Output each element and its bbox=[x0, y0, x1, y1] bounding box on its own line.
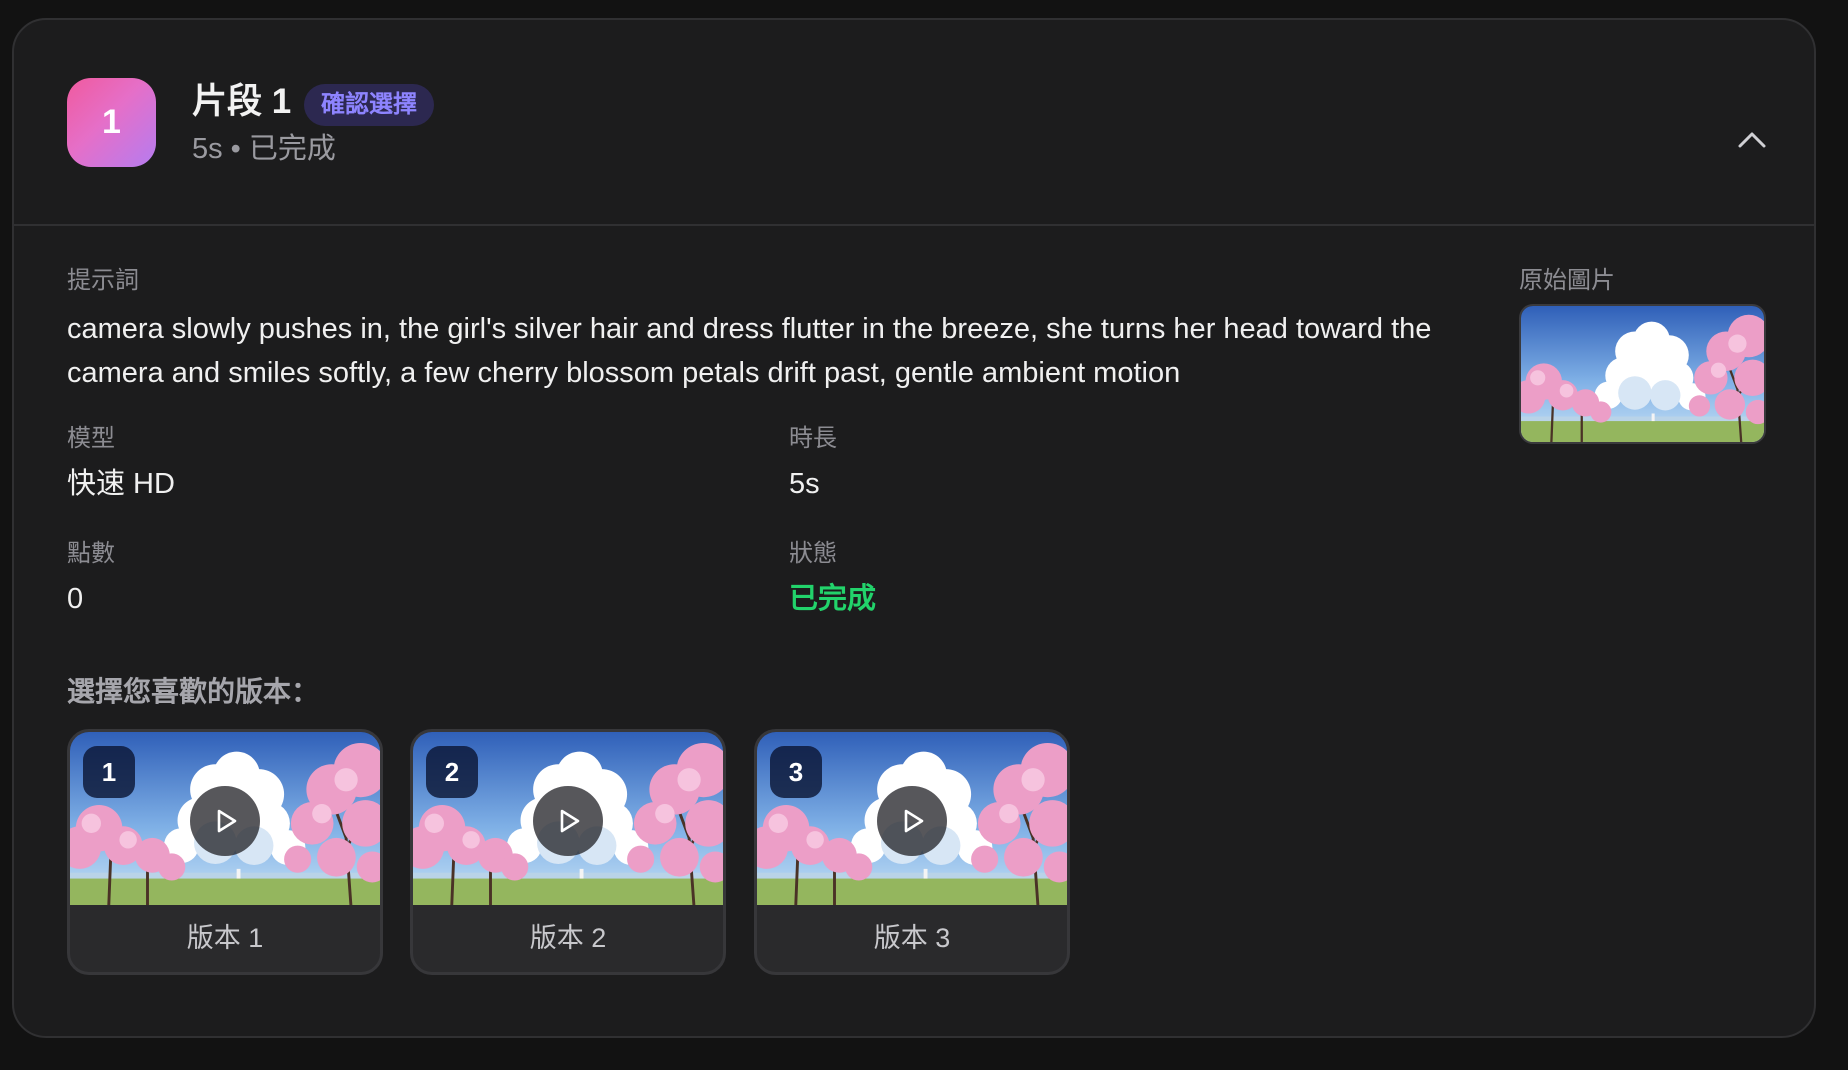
status-value: 已完成 bbox=[789, 583, 877, 615]
duration-label: 時長 bbox=[789, 425, 837, 452]
points-value: 0 bbox=[67, 583, 84, 615]
version-label: 版本 3 bbox=[873, 923, 951, 953]
version-label: 版本 1 bbox=[186, 923, 264, 953]
play-icon[interactable] bbox=[877, 786, 947, 856]
confirm-selection-badge: 確認選擇 bbox=[304, 84, 434, 126]
prompt-text: camera slowly pushes in, the girl's silv… bbox=[67, 313, 1432, 389]
points-label: 點數 bbox=[67, 540, 115, 567]
prompt-label: 提示詞 bbox=[67, 267, 139, 294]
status-label: 狀態 bbox=[789, 540, 837, 567]
segment-card: 1 片段 1 確認選擇 5s • 已完成 提示詞 camera slowly p… bbox=[12, 18, 1816, 1038]
version-number-badge: 1 bbox=[83, 746, 135, 798]
version-number-badge: 3 bbox=[770, 746, 822, 798]
segment-subtitle: 5s • 已完成 bbox=[192, 133, 336, 165]
version-card[interactable]: 1 版本 1 bbox=[67, 729, 383, 975]
play-icon[interactable] bbox=[533, 786, 603, 856]
play-icon[interactable] bbox=[190, 786, 260, 856]
segment-title: 片段 1 bbox=[192, 82, 292, 121]
version-label: 版本 2 bbox=[529, 923, 607, 953]
model-value: 快速 HD bbox=[67, 468, 175, 500]
duration-value: 5s bbox=[789, 468, 820, 500]
original-image-label: 原始圖片 bbox=[1519, 267, 1615, 294]
original-image[interactable] bbox=[1519, 304, 1766, 444]
version-card[interactable]: 2 版本 2 bbox=[410, 729, 726, 975]
version-number-badge: 2 bbox=[426, 746, 478, 798]
model-label: 模型 bbox=[67, 425, 115, 452]
version-card[interactable]: 3 版本 3 bbox=[754, 729, 1070, 975]
segment-header[interactable]: 1 片段 1 確認選擇 5s • 已完成 bbox=[14, 20, 1814, 226]
choose-version-heading: 選擇您喜歡的版本： bbox=[67, 676, 320, 707]
segment-number-badge: 1 bbox=[67, 78, 156, 167]
chevron-up-icon[interactable] bbox=[1732, 120, 1772, 160]
